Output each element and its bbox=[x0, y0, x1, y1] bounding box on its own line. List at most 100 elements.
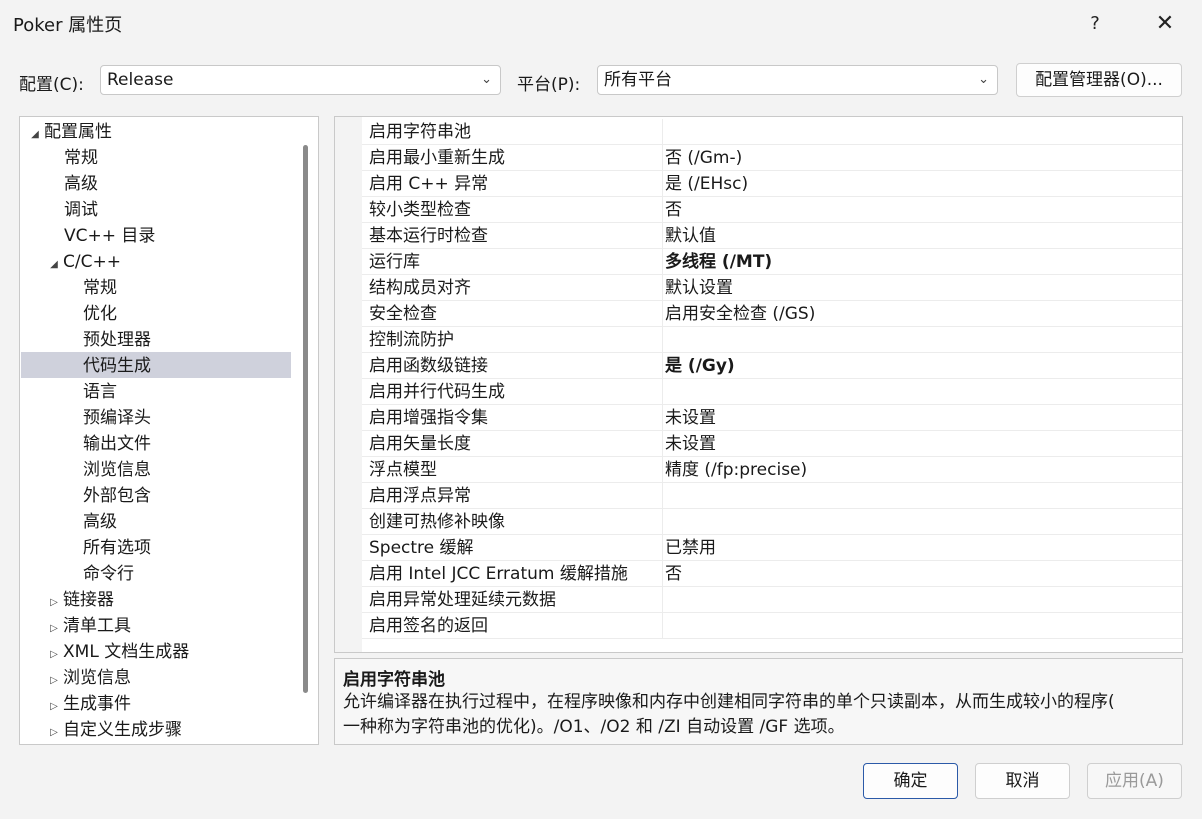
tree-item-manifest-tool[interactable]: ▷ 清单工具 bbox=[45, 613, 131, 639]
property-row[interactable]: 基本运行时检查 默认值 bbox=[362, 223, 1182, 249]
tree-item-config-properties[interactable]: ◢ 配置属性 bbox=[26, 119, 112, 145]
property-row[interactable]: 启用异常处理延续元数据 bbox=[362, 587, 1182, 613]
description-title: 启用字符串池 bbox=[343, 670, 445, 690]
config-dropdown[interactable]: Release ⌄ bbox=[100, 65, 501, 95]
tree-item-xml-doc-generator[interactable]: ▷ XML 文档生成器 bbox=[45, 639, 189, 665]
property-row[interactable]: 启用字符串池 bbox=[362, 119, 1182, 145]
column-divider bbox=[662, 535, 663, 561]
property-name: 较小类型检查 bbox=[369, 200, 471, 220]
property-row[interactable]: 启用 Intel JCC Erratum 缓解措施 否 bbox=[362, 561, 1182, 587]
property-name: 启用 C++ 异常 bbox=[369, 174, 489, 194]
property-value[interactable]: 是 (/Gy) bbox=[665, 353, 735, 379]
property-name: Spectre 缓解 bbox=[369, 538, 474, 558]
property-row[interactable]: 浮点模型 精度 (/fp:precise) bbox=[362, 457, 1182, 483]
property-row[interactable]: 控制流防护 bbox=[362, 327, 1182, 353]
tree-item-cpp-general[interactable]: 常规 bbox=[83, 275, 117, 301]
column-divider bbox=[662, 301, 663, 327]
property-value[interactable]: 否 (/Gm-) bbox=[665, 145, 742, 171]
tree-item-custom-build-step[interactable]: ▷ 自定义生成步骤 bbox=[45, 717, 182, 743]
property-name: 浮点模型 bbox=[369, 460, 437, 480]
property-row[interactable]: Spectre 缓解 已禁用 bbox=[362, 535, 1182, 561]
property-row[interactable]: 运行库 多线程 (/MT) bbox=[362, 249, 1182, 275]
description-line-2: 一种称为字符串池的优化)。/O1、/O2 和 /ZI 自动设置 /GF 选项。 bbox=[343, 717, 845, 737]
property-value[interactable]: 否 bbox=[665, 197, 682, 223]
cancel-button[interactable]: 取消 bbox=[975, 763, 1070, 799]
property-row[interactable]: 较小类型检查 否 bbox=[362, 197, 1182, 223]
property-value[interactable]: 已禁用 bbox=[665, 535, 716, 561]
property-value[interactable]: 未设置 bbox=[665, 431, 716, 457]
ok-button[interactable]: 确定 bbox=[863, 763, 958, 799]
property-name: 启用函数级链接 bbox=[369, 356, 488, 376]
property-row[interactable]: 启用增强指令集 未设置 bbox=[362, 405, 1182, 431]
column-divider bbox=[662, 483, 663, 509]
tree-item-linker[interactable]: ▷ 链接器 bbox=[45, 587, 114, 613]
property-value[interactable]: 是 (/EHsc) bbox=[665, 171, 748, 197]
tree-item-all-options[interactable]: 所有选项 bbox=[83, 535, 151, 561]
property-name: 启用并行代码生成 bbox=[369, 382, 505, 402]
column-divider bbox=[662, 405, 663, 431]
close-button[interactable]: ✕ bbox=[1142, 6, 1188, 40]
property-value[interactable]: 未设置 bbox=[665, 405, 716, 431]
tree-item-language[interactable]: 语言 bbox=[83, 379, 117, 405]
chevron-down-icon: ⌄ bbox=[978, 72, 989, 87]
tree-item-output-files[interactable]: 输出文件 bbox=[83, 431, 151, 457]
tree-item-external-includes[interactable]: 外部包含 bbox=[83, 483, 151, 509]
help-button[interactable]: ? bbox=[1072, 6, 1118, 40]
property-name: 结构成员对齐 bbox=[369, 278, 471, 298]
property-value[interactable]: 否 bbox=[665, 561, 682, 587]
property-row[interactable]: 启用最小重新生成 否 (/Gm-) bbox=[362, 145, 1182, 171]
column-divider bbox=[662, 197, 663, 223]
tree-selection-highlight bbox=[21, 352, 291, 378]
property-name: 创建可热修补映像 bbox=[369, 512, 505, 532]
tree-item-debugging[interactable]: 调试 bbox=[64, 197, 98, 223]
property-row[interactable]: 启用签名的返回 bbox=[362, 613, 1182, 639]
property-value[interactable]: 精度 (/fp:precise) bbox=[665, 457, 807, 483]
tree-item-preprocessor[interactable]: 预处理器 bbox=[83, 327, 151, 353]
apply-button[interactable]: 应用(A) bbox=[1087, 763, 1182, 799]
tree-item-build-events[interactable]: ▷ 生成事件 bbox=[45, 691, 131, 717]
property-value[interactable]: 多线程 (/MT) bbox=[665, 249, 772, 275]
tree-scrollbar[interactable] bbox=[303, 145, 308, 693]
property-row[interactable]: 结构成员对齐 默认设置 bbox=[362, 275, 1182, 301]
column-divider bbox=[662, 587, 663, 613]
tree-item-general[interactable]: 常规 bbox=[64, 145, 98, 171]
title-bar: Poker 属性页 ? ✕ bbox=[0, 0, 1202, 46]
expand-arrow-icon[interactable]: ▷ bbox=[45, 720, 63, 744]
platform-dropdown[interactable]: 所有平台 ⌄ bbox=[597, 65, 998, 95]
property-name: 启用 Intel JCC Erratum 缓解措施 bbox=[369, 564, 628, 584]
property-value[interactable]: 启用安全检查 (/GS) bbox=[665, 301, 815, 327]
property-row[interactable]: 创建可热修补映像 bbox=[362, 509, 1182, 535]
column-divider bbox=[662, 509, 663, 535]
tree-item-cpp-advanced[interactable]: 高级 bbox=[83, 509, 117, 535]
tree-item-code-generation[interactable]: 代码生成 bbox=[83, 353, 151, 379]
tree-item-precompiled-headers[interactable]: 预编译头 bbox=[83, 405, 151, 431]
property-value[interactable]: 默认设置 bbox=[665, 275, 733, 301]
platform-label: 平台(P): bbox=[517, 75, 581, 95]
property-value[interactable]: 默认值 bbox=[665, 223, 716, 249]
property-name: 启用异常处理延续元数据 bbox=[369, 590, 556, 610]
property-row[interactable]: 启用 C++ 异常 是 (/EHsc) bbox=[362, 171, 1182, 197]
property-name: 控制流防护 bbox=[369, 330, 454, 350]
tree-item-cpp[interactable]: ◢ C/C++ bbox=[45, 249, 121, 275]
tree-item-advanced[interactable]: 高级 bbox=[64, 171, 98, 197]
property-tree: ◢ 配置属性 常规 高级 调试 VC++ 目录 ◢ C/C++ 常规 优化 预处理器… bbox=[19, 116, 319, 745]
collapse-arrow-icon[interactable]: ◢ bbox=[26, 122, 44, 148]
collapse-arrow-icon[interactable]: ◢ bbox=[45, 252, 63, 278]
tree-item-browse-info[interactable]: 浏览信息 bbox=[83, 457, 151, 483]
property-row[interactable]: 启用浮点异常 bbox=[362, 483, 1182, 509]
column-divider bbox=[662, 561, 663, 587]
tree-item-vc-directories[interactable]: VC++ 目录 bbox=[64, 223, 155, 249]
property-name: 运行库 bbox=[369, 252, 420, 272]
column-divider bbox=[662, 249, 663, 275]
column-divider bbox=[662, 223, 663, 249]
property-grid: 启用字符串池 启用最小重新生成 否 (/Gm-) 启用 C++ 异常 是 (/E… bbox=[334, 116, 1183, 653]
config-manager-button[interactable]: 配置管理器(O)... bbox=[1016, 63, 1182, 97]
property-row[interactable]: 启用矢量长度 未设置 bbox=[362, 431, 1182, 457]
tree-item-browse-information[interactable]: ▷ 浏览信息 bbox=[45, 665, 131, 691]
tree-item-optimization[interactable]: 优化 bbox=[83, 301, 117, 327]
property-row[interactable]: 安全检查 启用安全检查 (/GS) bbox=[362, 301, 1182, 327]
property-row[interactable]: 启用并行代码生成 bbox=[362, 379, 1182, 405]
config-value: Release bbox=[107, 70, 174, 90]
property-row[interactable]: 启用函数级链接 是 (/Gy) bbox=[362, 353, 1182, 379]
tree-item-command-line[interactable]: 命令行 bbox=[83, 561, 134, 587]
